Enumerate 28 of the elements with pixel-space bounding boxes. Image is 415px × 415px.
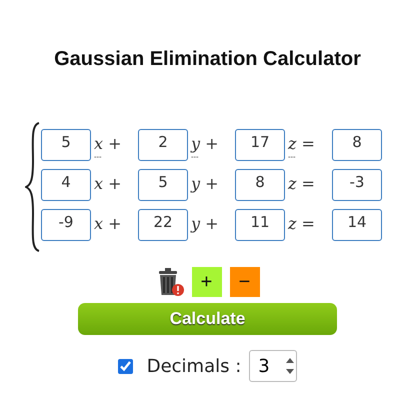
coefficient-field[interactable]: 4 [41,169,91,201]
coefficient-field[interactable]: 11 [235,209,285,241]
remove-row-button[interactable]: − [230,267,260,297]
coefficient-field[interactable]: 5 [138,169,188,201]
variable-label: y + [191,175,219,193]
variable-label: z = [288,215,315,233]
variable-label: x + [94,215,122,233]
brace-icon [25,121,41,253]
variable-label: x + [94,175,122,193]
coefficient-field[interactable]: 5 [41,129,91,161]
decimals-checkbox[interactable] [118,358,133,374]
constant-field[interactable]: 8 [332,129,382,161]
coefficient-field[interactable]: 22 [138,209,188,241]
variable-label: z = [288,135,315,153]
coefficient-field[interactable]: -9 [41,209,91,241]
variable-label: y + [191,135,219,153]
coefficient-field[interactable]: 17 [235,129,285,161]
variable-label: x + [94,135,122,153]
constant-field[interactable]: -3 [332,169,382,201]
coefficient-field[interactable]: 8 [235,169,285,201]
variable-label: y + [191,215,219,233]
decimals-label: Decimals : [146,356,242,376]
constant-field[interactable]: 14 [332,209,382,241]
page-title: Gaussian Elimination Calculator [54,48,361,71]
decimals-spinner[interactable]: 3 [249,350,298,382]
variable-label: z = [288,175,315,193]
coefficient-field[interactable]: 2 [138,129,188,161]
add-row-button[interactable]: + [192,267,222,297]
